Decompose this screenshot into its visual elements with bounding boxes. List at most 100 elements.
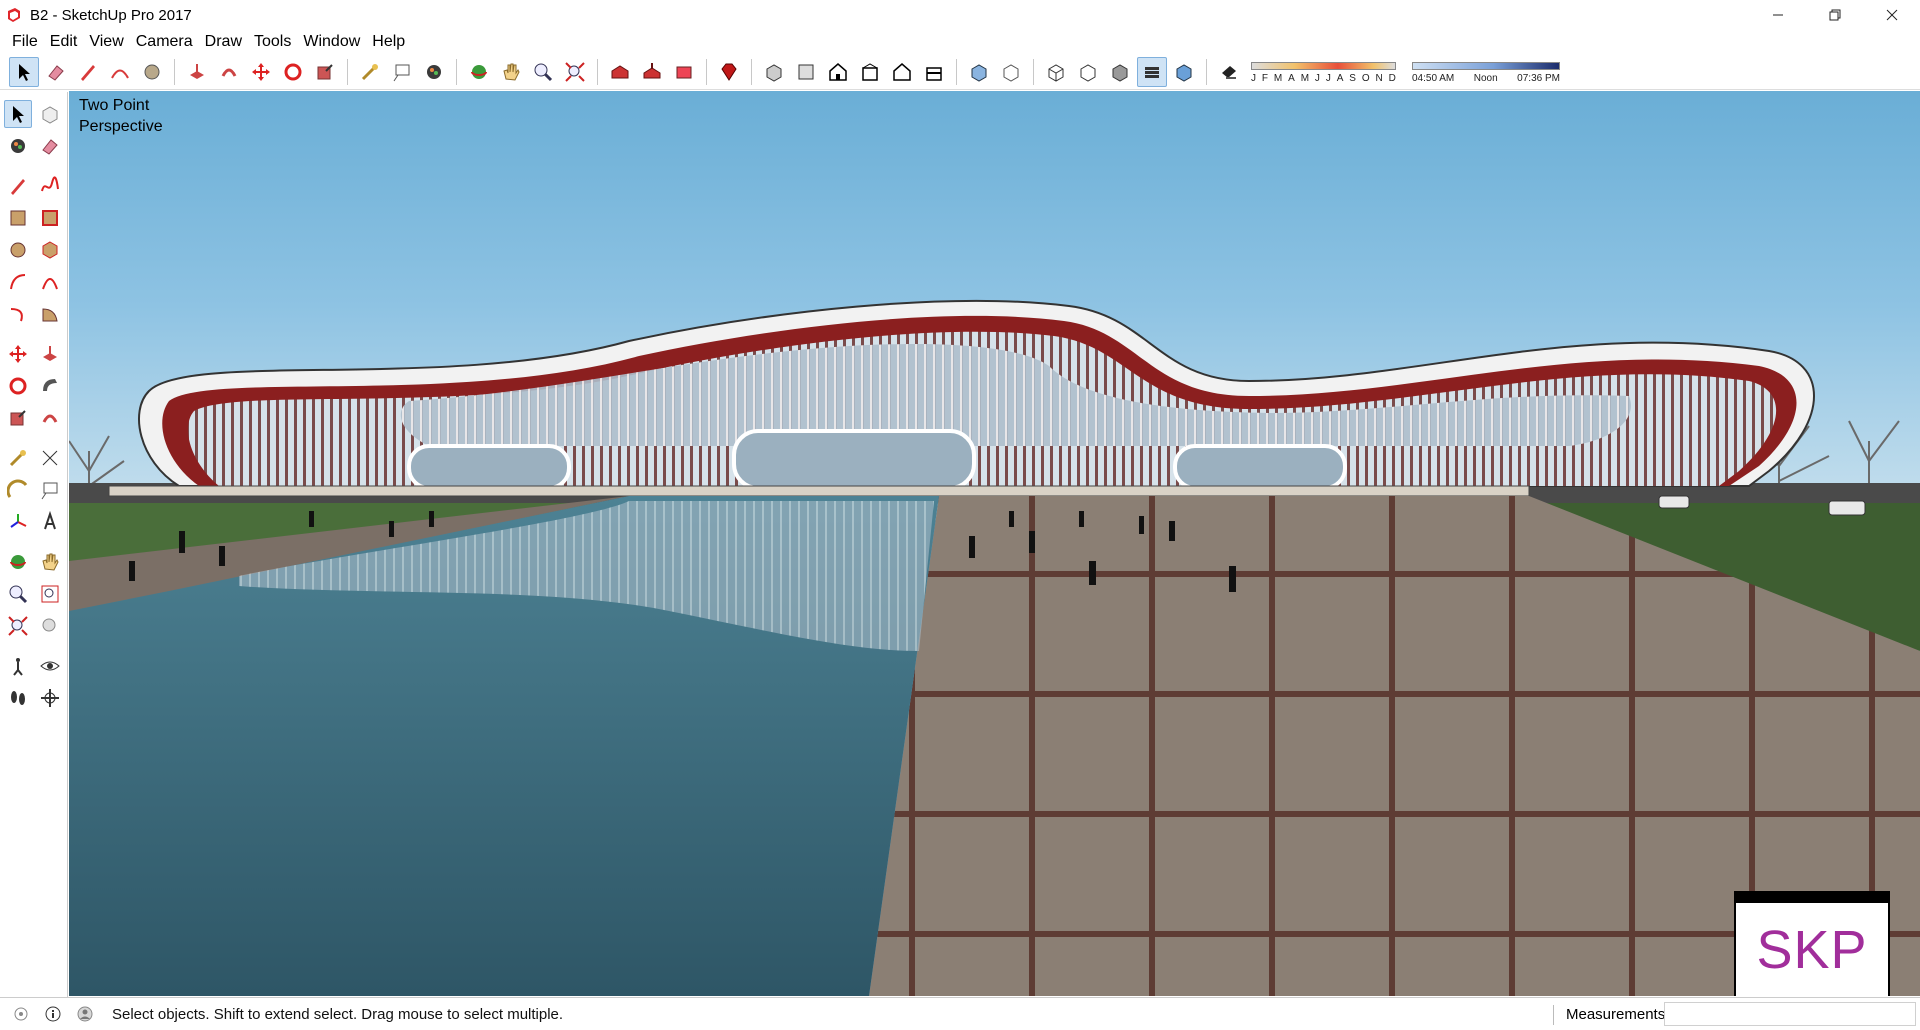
palette-line-button[interactable] bbox=[4, 172, 32, 200]
hidden-line-style-button[interactable] bbox=[1073, 57, 1103, 87]
xray-style-button[interactable] bbox=[964, 57, 994, 87]
share-model-button[interactable] bbox=[637, 57, 667, 87]
palette-rotated-rectangle-button[interactable] bbox=[36, 204, 64, 232]
palette-follow-me-button[interactable] bbox=[36, 372, 64, 400]
palette-3d-text-button[interactable] bbox=[36, 508, 64, 536]
menu-tools[interactable]: Tools bbox=[248, 33, 297, 51]
palette-zoom-button[interactable] bbox=[4, 580, 32, 608]
palette-position-camera-button[interactable] bbox=[4, 652, 32, 680]
arc-tool-button[interactable] bbox=[105, 57, 135, 87]
rotate-icon bbox=[284, 63, 302, 80]
menu-window[interactable]: Window bbox=[297, 33, 366, 51]
menu-view[interactable]: View bbox=[83, 33, 129, 51]
menu-draw[interactable]: Draw bbox=[199, 33, 248, 51]
eraser-tool-button[interactable] bbox=[41, 57, 71, 87]
view-iso-button[interactable] bbox=[759, 57, 789, 87]
extension-warehouse-button[interactable] bbox=[669, 57, 699, 87]
palette-text-button[interactable] bbox=[36, 476, 64, 504]
tape-measure-tool-button[interactable] bbox=[355, 57, 385, 87]
palette-scale-button[interactable] bbox=[4, 404, 32, 432]
palette-rotate-button[interactable] bbox=[4, 372, 32, 400]
shaded-textures-style-button[interactable] bbox=[1137, 56, 1167, 87]
menu-edit[interactable]: Edit bbox=[44, 33, 84, 51]
palette-orbit-button[interactable] bbox=[4, 548, 32, 576]
arc-icon bbox=[111, 69, 129, 78]
palette-tape-measure-button[interactable] bbox=[4, 444, 32, 472]
minimize-button[interactable] bbox=[1749, 0, 1806, 30]
back-edges-button[interactable] bbox=[996, 57, 1026, 87]
menu-bar: File Edit View Camera Draw Tools Window … bbox=[0, 30, 1920, 54]
palette-rectangle-button[interactable] bbox=[4, 204, 32, 232]
user-icon bbox=[77, 1006, 93, 1022]
zoom-tool-button[interactable] bbox=[528, 57, 558, 87]
push-pull-tool-button[interactable] bbox=[182, 57, 212, 87]
view-right-button[interactable] bbox=[855, 57, 885, 87]
palette-arc-button[interactable] bbox=[4, 268, 32, 296]
line-tool-button[interactable] bbox=[73, 57, 103, 87]
palette-freehand-button[interactable] bbox=[36, 172, 64, 200]
palette-zoom-window-button[interactable] bbox=[36, 580, 64, 608]
extension-warehouse-icon bbox=[676, 66, 692, 78]
restore-button[interactable] bbox=[1806, 0, 1863, 30]
zoom-extents-tool-button[interactable] bbox=[560, 57, 590, 87]
eraser-icon bbox=[42, 139, 58, 155]
shaded-style-button[interactable] bbox=[1105, 57, 1135, 87]
shapes-tool-button[interactable] bbox=[137, 57, 167, 87]
view-back-button[interactable] bbox=[887, 57, 917, 87]
rotate-tool-button[interactable] bbox=[278, 57, 308, 87]
menu-camera[interactable]: Camera bbox=[130, 33, 199, 51]
palette-eraser-button[interactable] bbox=[36, 132, 64, 160]
orbit-tool-button[interactable] bbox=[464, 57, 494, 87]
view-front-button[interactable] bbox=[823, 57, 853, 87]
palette-look-around-button[interactable] bbox=[36, 652, 64, 680]
menu-file[interactable]: File bbox=[6, 33, 44, 51]
pan-tool-button[interactable] bbox=[496, 57, 526, 87]
palette-walk-button[interactable] bbox=[4, 684, 32, 712]
ruby-console-button[interactable] bbox=[714, 57, 744, 87]
palette-zoom-extents-button[interactable] bbox=[4, 612, 32, 640]
close-button[interactable] bbox=[1863, 0, 1920, 30]
palette-section-plane-button[interactable] bbox=[36, 684, 64, 712]
palette-paint-bucket-button[interactable] bbox=[4, 132, 32, 160]
select-tool-button[interactable] bbox=[9, 56, 39, 87]
paint-bucket-tool-button[interactable] bbox=[419, 57, 449, 87]
palette-axes-button[interactable] bbox=[4, 508, 32, 536]
palette-2point-arc-button[interactable] bbox=[36, 268, 64, 296]
move-tool-button[interactable] bbox=[246, 57, 276, 87]
palette-push-pull-button[interactable] bbox=[36, 340, 64, 368]
palette-offset-button[interactable] bbox=[36, 404, 64, 432]
palette-make-component-button[interactable] bbox=[36, 100, 64, 128]
palette-move-button[interactable] bbox=[4, 340, 32, 368]
view-top-button[interactable] bbox=[791, 57, 821, 87]
palette-pie-button[interactable] bbox=[36, 300, 64, 328]
text-tool-button[interactable] bbox=[387, 57, 417, 87]
view-left-button[interactable] bbox=[919, 57, 949, 87]
magnifier-icon bbox=[534, 63, 553, 81]
user-account-button[interactable] bbox=[74, 1003, 96, 1025]
offset-tool-button[interactable] bbox=[214, 57, 244, 87]
palette-3point-arc-button[interactable] bbox=[4, 300, 32, 328]
eye-icon bbox=[40, 661, 60, 671]
shadow-time-slider[interactable]: 04:50 AM Noon 07:36 PM bbox=[1412, 58, 1560, 86]
palette-polygon-button[interactable] bbox=[36, 236, 64, 264]
wireframe-style-button[interactable] bbox=[1041, 57, 1071, 87]
scale-tool-button[interactable] bbox=[310, 57, 340, 87]
palette-select-button[interactable] bbox=[4, 100, 32, 128]
display-shadows-button[interactable] bbox=[1214, 57, 1244, 87]
palette-circle-button[interactable] bbox=[4, 236, 32, 264]
month-label: J bbox=[1251, 72, 1256, 84]
geo-location-button[interactable] bbox=[10, 1003, 32, 1025]
menu-help[interactable]: Help bbox=[366, 33, 411, 51]
warehouse-button[interactable] bbox=[605, 57, 635, 87]
palette-pan-button[interactable] bbox=[36, 548, 64, 576]
shadow-date-slider[interactable]: J F M A M J J A S O N D bbox=[1251, 58, 1396, 86]
palette-dimension-button[interactable] bbox=[36, 444, 64, 472]
zoom-window-icon bbox=[41, 585, 59, 603]
credits-button[interactable] bbox=[42, 1003, 64, 1025]
model-viewport[interactable]: Two Point Perspective SKP bbox=[69, 91, 1920, 996]
palette-protractor-button[interactable] bbox=[4, 476, 32, 504]
hand-icon bbox=[503, 63, 520, 81]
measurements-input[interactable] bbox=[1664, 1002, 1916, 1026]
palette-previous-view-button[interactable] bbox=[36, 612, 64, 640]
monochrome-style-button[interactable] bbox=[1169, 57, 1199, 87]
